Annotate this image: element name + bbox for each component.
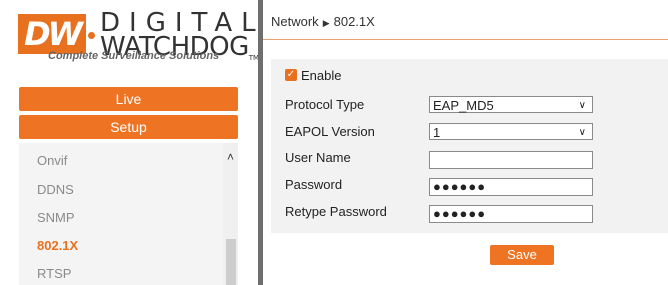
breadcrumb-parent: Network <box>271 14 319 29</box>
protocol-type-label: Protocol Type <box>285 97 365 112</box>
breadcrumb-current: 802.1X <box>333 14 375 29</box>
live-button[interactable]: Live <box>19 87 238 111</box>
protocol-type-select[interactable]: EAP_MD5 ∨ <box>429 96 593 113</box>
main-content: Network ▶ 802.1X ✓ Enable Protocol Type EA… <box>263 0 668 285</box>
sidebar: DW DIGITAL WATCHDOGTM Complete Surveilla… <box>0 0 259 285</box>
dot1x-settings-form: ✓ Enable Protocol Type EAP_MD5 ∨ EAPOL V… <box>271 59 668 233</box>
save-button[interactable]: Save <box>490 245 554 265</box>
logo-dot <box>88 32 95 39</box>
eapol-version-select[interactable]: 1 ∨ <box>429 123 593 140</box>
menu-item-onvif[interactable]: Onvif <box>37 153 67 168</box>
user-name-label: User Name <box>285 150 351 165</box>
password-input[interactable]: ●●●●●● <box>429 178 593 196</box>
retype-password-label: Retype Password <box>285 204 387 219</box>
breadcrumb: Network ▶ 802.1X <box>271 14 375 29</box>
menu-scrollbar-thumb[interactable] <box>226 239 236 285</box>
eapol-version-label: EAPOL Version <box>285 124 375 139</box>
breadcrumb-arrow-icon: ▶ <box>322 18 330 28</box>
logo-mark: DW <box>18 14 86 54</box>
enable-label: Enable <box>301 68 342 83</box>
user-name-input[interactable] <box>429 151 593 169</box>
retype-password-input[interactable]: ●●●●●● <box>429 205 593 223</box>
setup-button[interactable]: Setup <box>19 115 238 139</box>
menu-item-snmp[interactable]: SNMP <box>37 210 75 225</box>
chevron-down-icon: ∨ <box>578 127 586 138</box>
header-rule <box>263 39 668 40</box>
chevron-down-icon: ∨ <box>578 100 586 111</box>
menu-item-ddns[interactable]: DDNS <box>37 182 74 197</box>
protocol-type-value: EAP_MD5 <box>433 98 494 113</box>
eapol-version-value: 1 <box>433 125 441 140</box>
menu-item-rtsp[interactable]: RTSP <box>37 266 71 281</box>
menu-item-802-1x[interactable]: 802.1X <box>37 238 78 253</box>
password-label: Password <box>285 177 343 192</box>
scroll-up-chevron-icon[interactable]: ˄ <box>223 149 238 165</box>
enable-checkbox[interactable]: ✓ <box>285 69 297 81</box>
logo-tagline: Complete Surveillance Solutions <box>48 50 220 62</box>
setup-menu: Onvif DDNS SNMP 802.1X RTSP ˄ <box>19 143 238 285</box>
